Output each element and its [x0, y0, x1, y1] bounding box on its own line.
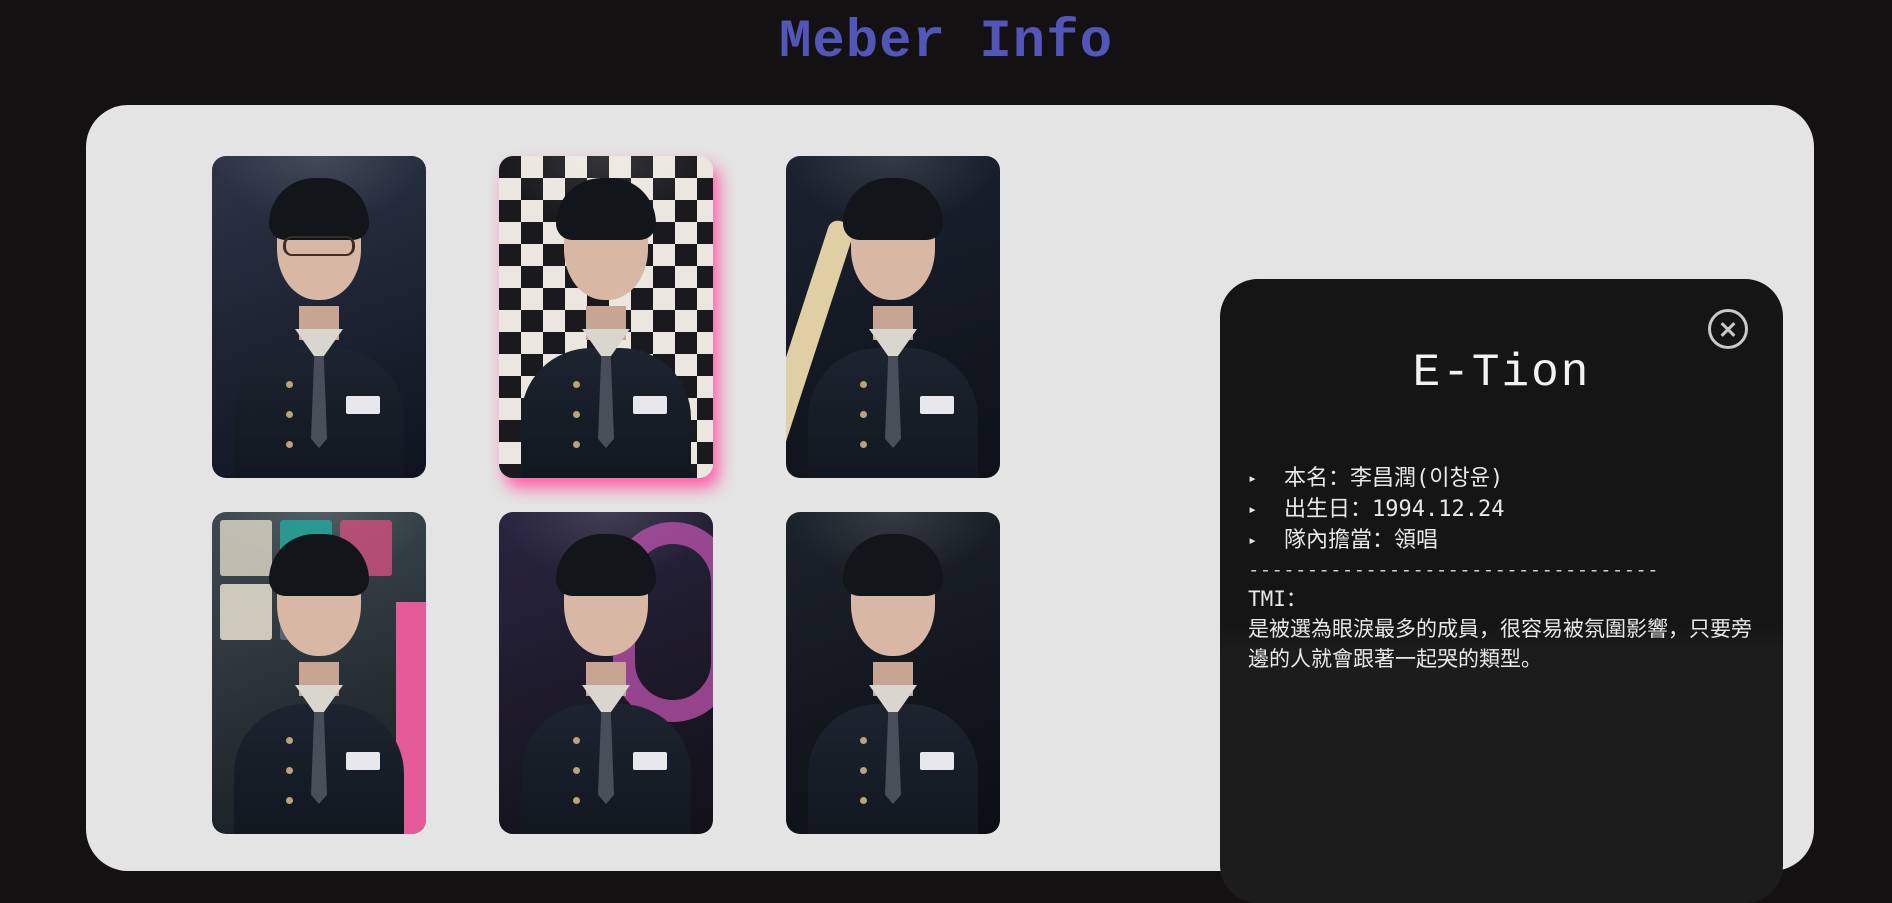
fact-real-name: ▸ 本名：李昌潤(이창윤) — [1248, 463, 1504, 494]
member-photo-6[interactable] — [786, 512, 1000, 834]
member-name: E-Tion — [1412, 347, 1591, 399]
tmi-text: 是被選為眼淚最多的成員，很容易被氛圍影響，只要旁邊的人就會跟著一起哭的類型。 — [1248, 617, 1752, 671]
member-panel: E-Tion ▸ 本名：李昌潤(이창윤) ▸ 出生日：1994.12.24 ▸ 隊內擔… — [86, 105, 1814, 903]
member-facts: ▸ 本名：李昌潤(이창윤) ▸ 出生日：1994.12.24 ▸ 隊內擔當：領唱 — [1248, 463, 1504, 556]
member-detail-card: E-Tion ▸ 本名：李昌潤(이창윤) ▸ 出生日：1994.12.24 ▸ 隊內擔… — [1220, 279, 1783, 903]
fact-position: ▸ 隊內擔當：領唱 — [1248, 525, 1504, 556]
page-title: Meber Info — [778, 12, 1114, 73]
close-icon[interactable] — [1708, 309, 1748, 349]
member-photo-4[interactable] — [212, 512, 426, 834]
bullet-icon: ▸ — [1248, 531, 1258, 549]
bullet-icon: ▸ — [1248, 500, 1258, 518]
tmi-label: TMI： — [1248, 587, 1307, 611]
fact-birthday: ▸ 出生日：1994.12.24 — [1248, 494, 1504, 525]
member-photo-3[interactable] — [786, 156, 1000, 478]
divider: ----------------------------------- — [1248, 559, 1659, 581]
member-photo-5[interactable] — [499, 512, 713, 834]
member-photo-1[interactable] — [212, 156, 426, 478]
member-photo-2[interactable] — [499, 156, 713, 478]
bullet-icon: ▸ — [1248, 469, 1258, 487]
